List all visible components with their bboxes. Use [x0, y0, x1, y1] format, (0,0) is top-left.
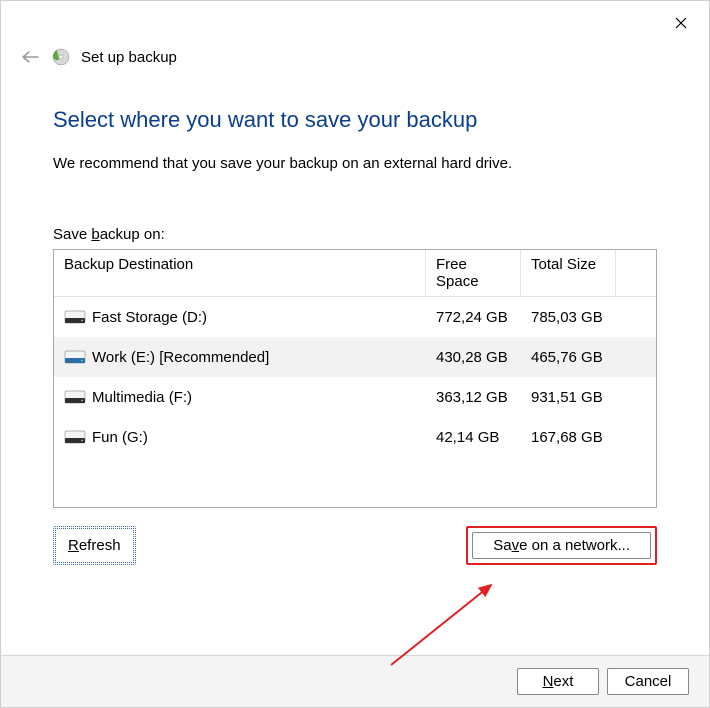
drive-row[interactable]: Work (E:) [Recommended] 430,28 GB465,76 G… [54, 337, 656, 377]
column-destination[interactable]: Backup Destination [54, 250, 426, 296]
table-empty-space [54, 457, 656, 507]
save-backup-label: Save backup on: [53, 226, 657, 243]
wizard-footer: Next Cancel [1, 655, 709, 707]
page-description: We recommend that you save your backup o… [53, 155, 657, 172]
drive-name: Fun (G:) [92, 429, 148, 446]
drive-destination-cell: Fast Storage (D:) [54, 309, 426, 326]
drive-icon [64, 350, 84, 364]
drive-icon [64, 310, 84, 324]
column-free-space[interactable]: Free Space [426, 250, 521, 296]
titlebar [1, 1, 709, 45]
back-button[interactable] [19, 50, 41, 64]
drive-free-space: 772,24 GB [426, 309, 521, 326]
save-on-network-button[interactable]: Save on a network... [472, 532, 651, 559]
drive-total-size: 931,51 GB [521, 389, 616, 406]
drive-total-size: 785,03 GB [521, 309, 616, 326]
close-button[interactable] [665, 7, 697, 39]
drive-total-size: 167,68 GB [521, 429, 616, 446]
close-icon [675, 17, 687, 29]
backup-wizard-window: Set up backup Select where you want to s… [0, 0, 710, 708]
action-button-row: Refresh Save on a network... [53, 526, 657, 565]
wizard-title: Set up backup [81, 49, 177, 66]
table-header: Backup Destination Free Space Total Size [54, 250, 656, 297]
destination-table: Backup Destination Free Space Total Size… [53, 249, 657, 508]
cancel-button[interactable]: Cancel [607, 668, 689, 695]
column-padding [616, 250, 656, 296]
drive-icon [64, 430, 84, 444]
next-button[interactable]: Next [517, 668, 599, 695]
drive-icon [64, 390, 84, 404]
back-arrow-icon [21, 50, 39, 64]
drive-destination-cell: Work (E:) [Recommended] [54, 349, 426, 366]
backup-wizard-icon [51, 47, 71, 67]
page-heading: Select where you want to save your backu… [53, 107, 657, 133]
refresh-button[interactable]: Refresh [53, 526, 136, 565]
drive-name: Fast Storage (D:) [92, 309, 207, 326]
column-total-size[interactable]: Total Size [521, 250, 616, 296]
drive-row[interactable]: Multimedia (F:) 363,12 GB931,51 GB [54, 377, 656, 417]
drive-row[interactable]: Fast Storage (D:) 772,24 GB785,03 GB [54, 297, 656, 337]
drive-name: Work (E:) [Recommended] [92, 349, 269, 366]
drive-free-space: 430,28 GB [426, 349, 521, 366]
drive-free-space: 363,12 GB [426, 389, 521, 406]
table-body: Fast Storage (D:) 772,24 GB785,03 GB Work … [54, 297, 656, 457]
drive-row[interactable]: Fun (G:) 42,14 GB167,68 GB [54, 417, 656, 457]
drive-destination-cell: Fun (G:) [54, 429, 426, 446]
drive-name: Multimedia (F:) [92, 389, 192, 406]
content-area: Select where you want to save your backu… [1, 67, 709, 655]
drive-destination-cell: Multimedia (F:) [54, 389, 426, 406]
annotation-highlight-box: Save on a network... [466, 526, 657, 565]
drive-free-space: 42,14 GB [426, 429, 521, 446]
wizard-header: Set up backup [1, 45, 709, 67]
drive-total-size: 465,76 GB [521, 349, 616, 366]
